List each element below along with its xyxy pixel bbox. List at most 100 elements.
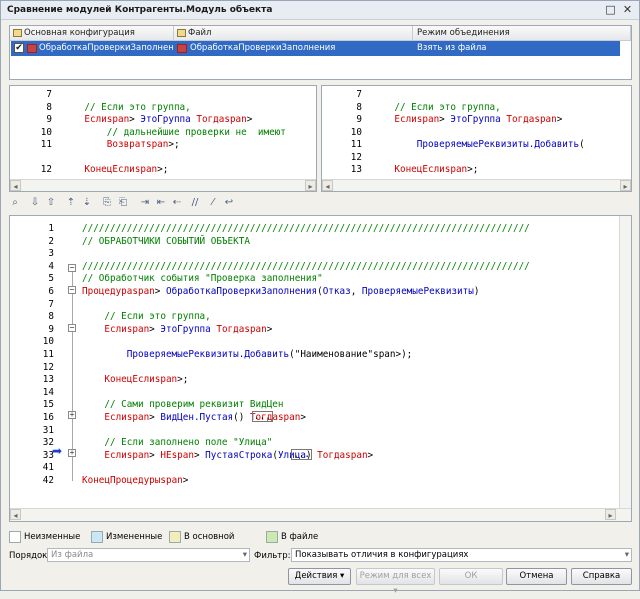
- line-number: 14: [42, 386, 54, 398]
- fold-expand-icon[interactable]: +: [68, 411, 76, 419]
- code-line: // ОБРАБОТЧИКИ СОБЫТИЙ ОБЪЕКТА: [82, 235, 250, 247]
- scroll-left-icon[interactable]: ◂: [322, 180, 333, 191]
- wrap-icon[interactable]: ↩: [223, 197, 235, 209]
- line-number: 31: [42, 424, 54, 436]
- code-line: ПроверяемыеРеквизиты.Добавить("Наименова…: [126, 349, 413, 360]
- code-line: // Если это группа,: [84, 101, 191, 113]
- arrow-down-icon[interactable]: ⇩: [29, 197, 41, 209]
- fold-expand-icon[interactable]: +: [68, 449, 76, 457]
- uncomment-icon[interactable]: ⁄: [207, 197, 219, 209]
- line-number: 12: [42, 361, 54, 373]
- line-number: 10: [40, 126, 52, 138]
- next-change-icon[interactable]: ⇣: [81, 197, 93, 209]
- ok-button[interactable]: ОК: [439, 568, 503, 585]
- code-line: Процедураspan> ОбработкаПроверкиЗаполнен…: [82, 286, 480, 297]
- folder-icon: [177, 29, 186, 37]
- fold-collapse-icon[interactable]: −: [68, 264, 76, 272]
- line-number: 8: [46, 101, 52, 113]
- copy-icon[interactable]: ⎘: [101, 197, 113, 209]
- line-number: 12: [350, 151, 362, 163]
- code-line: Возвратspan>;: [106, 139, 180, 150]
- order-select[interactable]: Из файла ▾: [47, 548, 250, 562]
- line-number: 1: [48, 223, 54, 234]
- main-vscrollbar[interactable]: [619, 216, 631, 508]
- compare-window: Сравнение модулей Контрагенты.Модуль объ…: [0, 0, 640, 596]
- line-number: 16: [42, 412, 54, 423]
- code-line: Еслиspan> ЭтоГруппа Тогдаspan>: [394, 114, 563, 125]
- code-line: ////////////////////////////////////////…: [82, 260, 530, 272]
- unindent-icon[interactable]: ⇤: [155, 197, 167, 209]
- help-button[interactable]: Справка: [571, 568, 632, 585]
- arrow-up-icon[interactable]: ⇧: [45, 197, 57, 209]
- find-icon[interactable]: ⌕: [9, 197, 21, 209]
- line-number: 7: [46, 89, 52, 100]
- title-bar: Сравнение модулей Контрагенты.Модуль объ…: [1, 1, 639, 20]
- line-number: 9: [46, 114, 52, 125]
- comment-icon[interactable]: //: [189, 197, 201, 209]
- maximize-button[interactable]: □: [604, 4, 617, 17]
- cancel-button[interactable]: Отмена: [506, 568, 567, 585]
- right-hscrollbar[interactable]: ◂ ▸: [322, 179, 631, 191]
- line-number: 3: [48, 248, 54, 260]
- code-line: ////////////////////////////////////////…: [82, 223, 530, 234]
- left-hscrollbar[interactable]: ◂ ▸: [10, 179, 316, 191]
- actions-button[interactable]: Действия ▾: [288, 568, 351, 585]
- methods-grid[interactable]: Основная конфигурация Файл Режим объедин…: [9, 25, 632, 80]
- line-number: 41: [42, 462, 54, 474]
- scroll-left-icon[interactable]: ◂: [10, 509, 21, 520]
- indent-icon[interactable]: ⇥: [139, 197, 151, 209]
- chevron-down-icon[interactable]: ▾: [625, 549, 629, 561]
- chevron-down-icon[interactable]: ▾: [243, 549, 247, 561]
- code-line: Еслиspan> НЕspan> ПустаяСтрока(Улица) То…: [104, 449, 374, 461]
- prev-change-icon[interactable]: ⇡: [65, 197, 77, 209]
- line-number: 10: [350, 126, 362, 138]
- code-line: // дальнейшие проверки не имеют: [106, 126, 286, 138]
- shift-left-icon[interactable]: ⇠: [171, 197, 183, 209]
- fold-collapse-icon[interactable]: −: [68, 286, 76, 294]
- main-code-pane[interactable]: 1 ///////////////////////////////////////…: [9, 215, 632, 522]
- line-number: 11: [40, 139, 52, 150]
- line-number: 42: [42, 475, 54, 486]
- chevron-down-icon: ▾: [393, 586, 398, 596]
- collapsed-block-marker[interactable]: ...: [291, 448, 312, 460]
- col-header-main[interactable]: Основная конфигурация: [10, 26, 174, 41]
- cell-mode[interactable]: Взять из файла: [417, 41, 617, 56]
- filter-select[interactable]: Показывать отличия в конфигурациях ▾: [291, 548, 632, 562]
- right-diff-pane[interactable]: 78 // Если это группа, 9 Еслиspan> ЭтоГру…: [321, 85, 632, 192]
- line-number: 4: [48, 260, 54, 272]
- scroll-right-icon[interactable]: ▸: [305, 180, 316, 191]
- line-number: 32: [42, 437, 54, 449]
- line-number: 11: [42, 349, 54, 360]
- line-number: 11: [350, 139, 362, 150]
- filter-label: Фильтр:: [254, 551, 291, 561]
- table-row[interactable]: ✔ ОбработкаПроверкиЗаполнения ОбработкаП…: [11, 41, 620, 56]
- left-diff-pane[interactable]: 78 // Если это группа, 9 Еслиspan> ЭтоГру…: [9, 85, 317, 192]
- cell-main: ОбработкаПроверкиЗаполнения: [39, 43, 173, 53]
- line-number: 7: [48, 298, 54, 310]
- folder-icon: [13, 29, 22, 37]
- code-line: ПроверяемыеРеквизиты.Добавить(: [416, 139, 585, 150]
- code-line: // Обработчик события "Проверка заполнен…: [82, 273, 323, 285]
- scroll-right-icon[interactable]: ▸: [620, 180, 631, 191]
- paste-icon[interactable]: ⎗: [117, 197, 129, 209]
- line-number: 13: [350, 164, 362, 175]
- include-checkbox[interactable]: ✔: [14, 43, 24, 53]
- mode-all-button[interactable]: Режим для всех ▾: [356, 568, 435, 596]
- scroll-left-icon[interactable]: ◂: [10, 180, 21, 191]
- cell-file: ОбработкаПроверкиЗаполнения: [190, 43, 336, 53]
- code-line: КонецПроцедурыspan>: [82, 475, 189, 486]
- close-button[interactable]: ✕: [621, 4, 634, 17]
- window-title: Сравнение модулей Контрагенты.Модуль объ…: [7, 5, 273, 15]
- code-line: // Если это группа,: [394, 101, 501, 113]
- col-header-mode[interactable]: Режим объединения: [413, 26, 631, 41]
- code-line: Еслиspan> ЭтоГруппа Тогдаspan>: [84, 114, 253, 125]
- fold-collapse-icon[interactable]: −: [68, 324, 76, 332]
- col-header-file[interactable]: Файл: [174, 26, 413, 41]
- collapsed-block-marker[interactable]: ...: [252, 411, 273, 422]
- line-number: 9: [48, 323, 54, 335]
- code-line: КонецЕслиspan>;: [104, 374, 189, 386]
- scroll-right-icon[interactable]: ▸: [605, 509, 616, 520]
- main-hscrollbar[interactable]: ◂ ▸: [10, 508, 631, 521]
- line-number: 33: [42, 449, 54, 461]
- line-number: 8: [356, 101, 362, 113]
